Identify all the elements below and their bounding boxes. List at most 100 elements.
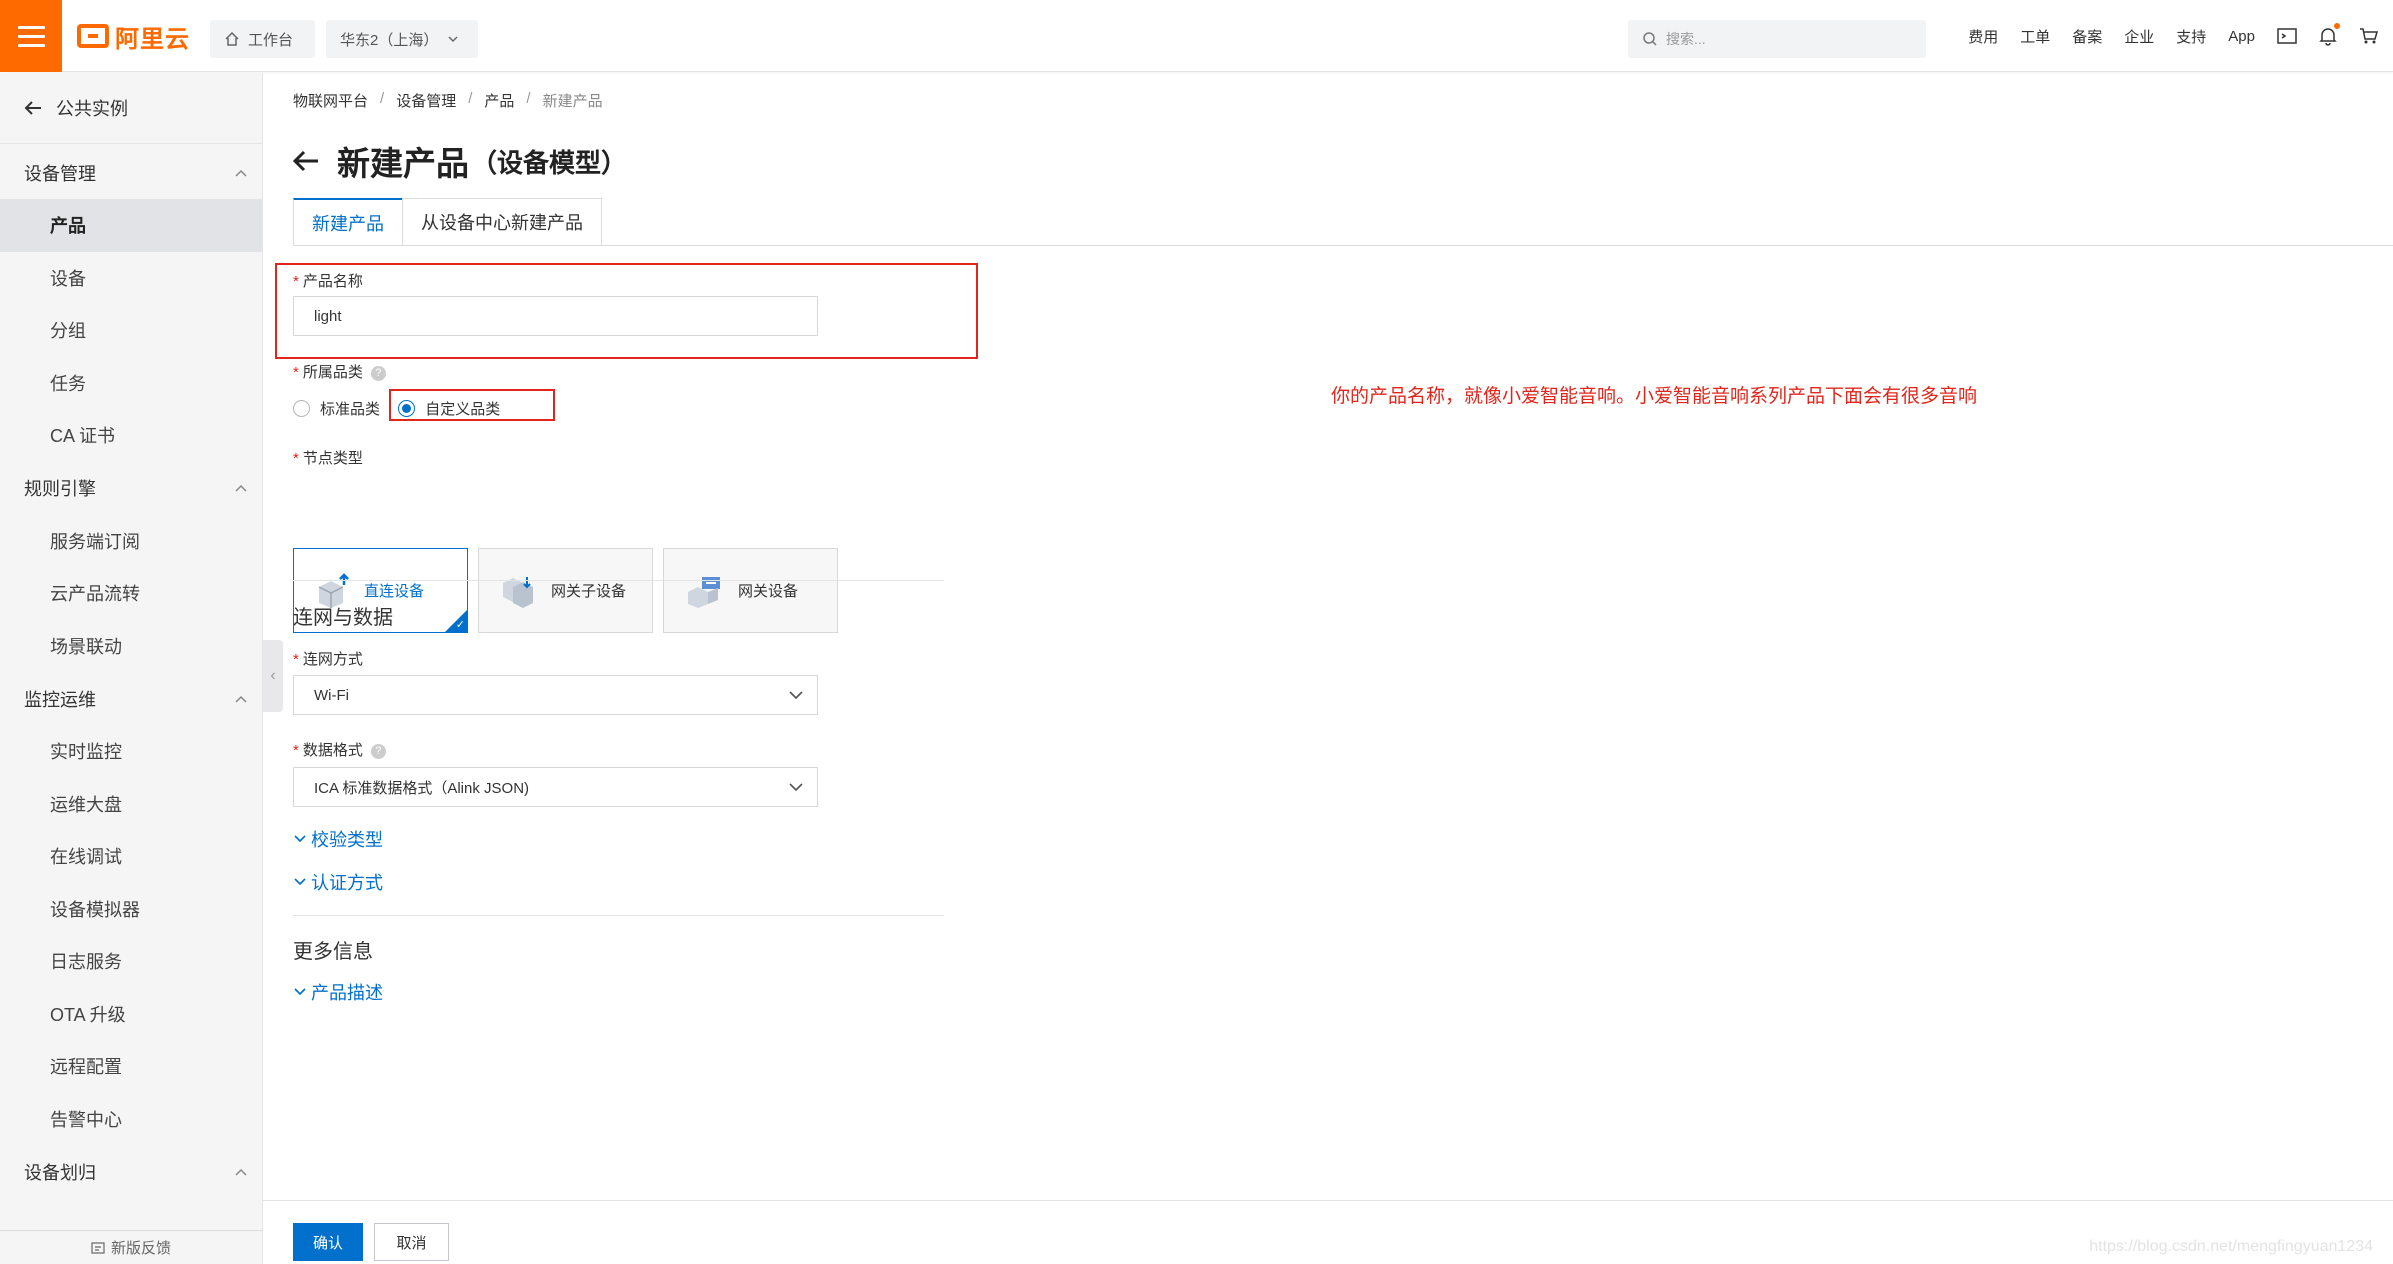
tab-new-product[interactable]: 新建产品 [293,198,403,246]
gateway-subdevice-icon [503,576,533,608]
breadcrumb-iot-platform[interactable]: 物联网平台 [293,90,368,111]
section-title: 设备管理 [24,163,96,184]
top-navigation-bar: 阿里云 工作台 华东2（上海） 搜索... 费用 工单 备案 企业 支持 App [0,0,2393,72]
global-search-input[interactable]: 搜索... [1628,20,1926,58]
back-to-instances[interactable]: 公共实例 [0,73,262,144]
top-link-ticket[interactable]: 工单 [2020,26,2050,47]
hamburger-menu-icon[interactable] [0,0,62,72]
main-content: 物联网平台 / 设备管理 / 产品 / 新建产品 新建产品 （设备模型） 新建产… [263,73,2393,1264]
section-divider [293,580,944,581]
sidebar-item-device-simulator[interactable]: 设备模拟器 [0,883,262,936]
back-label: 公共实例 [56,99,128,119]
notification-dot [2334,23,2340,29]
gateway-device-icon [688,576,720,608]
radio-circle [293,400,310,417]
home-icon [225,31,239,46]
product-name-input[interactable]: light [293,296,818,336]
top-link-enterprise[interactable]: 企业 [2124,26,2154,47]
product-name-label: * 产品名称 [293,273,363,290]
product-description-expander[interactable]: 产品描述 [293,979,383,1005]
cancel-button[interactable]: 取消 [374,1223,449,1261]
workbench-label: 工作台 [248,31,294,49]
product-description-label: 产品描述 [311,983,383,1003]
logo-text: 阿里云 [115,25,190,53]
top-link-icp[interactable]: 备案 [2072,26,2102,47]
sidebar-item-group[interactable]: 分组 [0,304,262,357]
page-title-suffix: （设备模型） [471,147,628,178]
highlight-box-custom-category [389,389,555,421]
product-name-value: light [314,307,342,325]
region-selector[interactable]: 华东2（上海） [326,20,478,58]
sidebar-section-monitoring[interactable]: 监控运维 [0,672,262,725]
sidebar-item-ota[interactable]: OTA 升级 [0,988,262,1041]
search-placeholder: 搜索... [1666,31,1706,47]
breadcrumb-product[interactable]: 产品 [484,90,514,111]
confirm-button[interactable]: 确认 [293,1223,363,1261]
connect-method-select[interactable]: Wi-Fi [293,675,818,715]
chevron-down-icon [789,783,803,792]
auth-method-expander[interactable]: 认证方式 [293,869,383,895]
help-icon[interactable]: ? [370,743,386,759]
feedback-button[interactable]: 新版反馈 [0,1230,262,1264]
tab-from-device-center[interactable]: 从设备中心新建产品 [402,198,602,246]
check-type-label: 校验类型 [311,830,383,850]
sidebar-item-ops-dashboard[interactable]: 运维大盘 [0,778,262,831]
check-type-expander[interactable]: 校验类型 [293,826,383,852]
breadcrumb-current: 新建产品 [542,93,603,110]
tab-bar: 新建产品 从设备中心新建产品 [293,198,602,246]
feedback-icon [91,1241,105,1254]
node-type-label: * 节点类型 [293,450,363,467]
connect-method-label: * 连网方式 [293,651,363,668]
breadcrumb-separator: / [380,90,385,107]
top-link-fee[interactable]: 费用 [1968,26,1998,47]
sidebar-item-server-subscription[interactable]: 服务端订阅 [0,515,262,568]
sidebar-item-remote-config[interactable]: 远程配置 [0,1040,262,1093]
auth-method-label: 认证方式 [311,873,383,893]
sidebar-item-alarm-center[interactable]: 告警中心 [0,1093,262,1146]
back-arrow-icon[interactable] [293,150,319,172]
breadcrumb: 物联网平台 / 设备管理 / 产品 / 新建产品 [293,90,603,111]
sidebar-item-device[interactable]: 设备 [0,252,262,305]
radio-standard-category[interactable]: 标准品类 [293,398,380,419]
sidebar-item-ca-cert[interactable]: CA 证书 [0,409,262,462]
section-divider [293,915,944,916]
sidebar-item-task[interactable]: 任务 [0,357,262,410]
top-link-app[interactable]: App [2228,28,2255,45]
sidebar-section-device-assignment[interactable]: 设备划归 [0,1145,262,1198]
sidebar-item-online-debug[interactable]: 在线调试 [0,830,262,883]
aliyun-logo-mark-icon [77,24,109,48]
help-icon[interactable]: ? [370,365,386,381]
node-type-gateway-subdevice[interactable]: 网关子设备 [478,548,653,633]
check-icon: ✓ [455,619,465,631]
data-format-label: * 数据格式? [293,739,386,760]
workbench-button[interactable]: 工作台 [210,20,315,58]
form-action-bar: 确认 取消 https://blog.csdn.net/mengfingyuan… [263,1200,2393,1264]
aliyun-logo[interactable]: 阿里云 [77,20,190,53]
terminal-icon[interactable] [2277,27,2297,45]
breadcrumb-separator: / [526,90,531,107]
sidebar-item-product[interactable]: 产品 [0,199,262,252]
page-title: 新建产品 [337,145,469,182]
cart-icon[interactable] [2359,26,2379,46]
breadcrumb-device-management[interactable]: 设备管理 [396,90,456,111]
chevron-up-icon [235,169,247,177]
sidebar-item-realtime-monitor[interactable]: 实时监控 [0,725,262,778]
sidebar-item-data-forwarding[interactable]: 云产品流转 [0,567,262,620]
category-label: * 所属品类? [293,361,386,382]
section-title: 规则引擎 [24,479,96,499]
chevron-up-icon [235,1168,247,1176]
node-type-label-direct: 直连设备 [364,583,425,600]
notification-bell-icon[interactable] [2319,23,2340,46]
sidebar-item-log-service[interactable]: 日志服务 [0,935,262,988]
region-label: 华东2（上海） [340,31,439,49]
chevron-down-icon [789,691,803,700]
sidebar-item-scene-linkage[interactable]: 场景联动 [0,620,262,673]
data-format-select[interactable]: ICA 标准数据格式（Alink JSON) [293,767,818,807]
top-link-support[interactable]: 支持 [2176,26,2206,47]
section-title: 监控运维 [24,689,96,710]
node-type-gateway-device[interactable]: 网关设备 [663,548,838,633]
data-format-value: ICA 标准数据格式（Alink JSON) [314,779,530,797]
sidebar-section-rule-engine[interactable]: 规则引擎 [0,462,262,515]
chevron-down-icon [294,878,306,886]
sidebar-section-device-management[interactable]: 设备管理 [0,146,262,199]
